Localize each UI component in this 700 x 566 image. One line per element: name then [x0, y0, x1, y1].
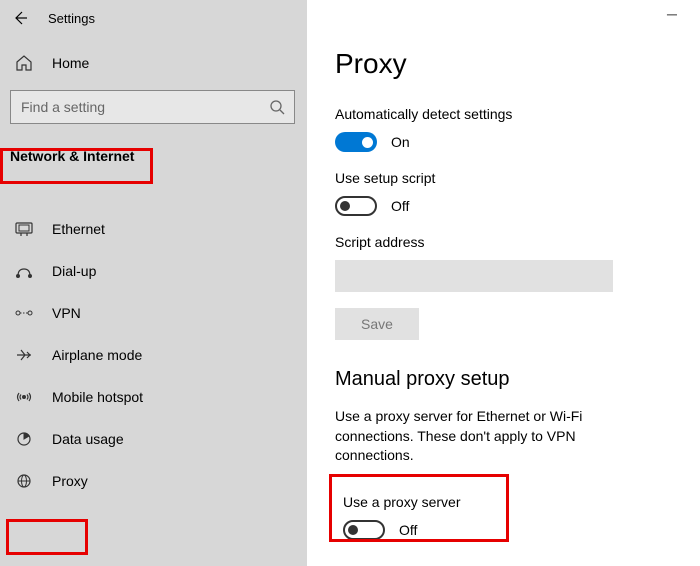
manual-proxy-desc: Use a proxy server for Ethernet or Wi-Fi… — [335, 407, 655, 466]
use-proxy-label: Use a proxy server — [343, 494, 460, 510]
nav-label: Dial-up — [52, 263, 96, 279]
annotation-highlight — [6, 519, 88, 555]
ethernet-icon — [14, 221, 34, 237]
home-nav[interactable]: Home — [0, 36, 307, 90]
minimize-button[interactable]: ─ — [654, 6, 690, 22]
home-icon — [14, 54, 34, 72]
titlebar: Settings — [0, 0, 307, 36]
sidebar-item-datausage[interactable]: Data usage — [0, 418, 307, 460]
search-icon — [268, 98, 286, 121]
auto-detect-state: On — [391, 134, 410, 150]
globe-icon — [14, 473, 34, 489]
auto-detect-toggle-row: On — [335, 132, 700, 152]
settings-window: Settings Home Network & Internet Etherne… — [0, 0, 700, 566]
content-pane: ─ Proxy Automatically detect settings On… — [307, 0, 700, 566]
nav-label: Mobile hotspot — [52, 389, 143, 405]
auto-detect-toggle[interactable] — [335, 132, 377, 152]
nav-label: VPN — [52, 305, 81, 321]
sidebar: Settings Home Network & Internet Etherne… — [0, 0, 307, 566]
hotspot-icon — [14, 389, 34, 405]
use-script-toggle-row: Off — [335, 196, 700, 216]
airplane-icon — [14, 347, 34, 363]
search-input[interactable] — [11, 91, 294, 123]
use-proxy-block: Use a proxy server Off — [335, 486, 472, 550]
sidebar-item-airplane[interactable]: Airplane mode — [0, 334, 307, 376]
nav-label: Data usage — [52, 431, 124, 447]
nav-label: Ethernet — [52, 221, 105, 237]
use-proxy-toggle-row: Off — [343, 520, 460, 540]
vpn-icon — [14, 305, 34, 321]
sidebar-item-vpn[interactable]: VPN — [0, 292, 307, 334]
save-button[interactable]: Save — [335, 308, 419, 340]
sidebar-item-dialup[interactable]: Dial-up — [0, 250, 307, 292]
nav-label: Proxy — [52, 473, 88, 489]
data-usage-icon — [14, 431, 34, 447]
auto-detect-label: Automatically detect settings — [335, 106, 700, 122]
use-script-state: Off — [391, 198, 409, 214]
use-proxy-toggle[interactable] — [343, 520, 385, 540]
sidebar-item-proxy[interactable]: Proxy — [0, 460, 307, 502]
page-title: Proxy — [335, 0, 700, 106]
window-title: Settings — [48, 11, 95, 26]
sidebar-item-ethernet[interactable]: Ethernet — [0, 208, 307, 250]
nav-list: Ethernet Dial-up VPN Airplane mode Mobil… — [0, 208, 307, 502]
nav-label: Airplane mode — [52, 347, 142, 363]
manual-proxy-heading: Manual proxy setup — [335, 368, 700, 391]
sidebar-item-hotspot[interactable]: Mobile hotspot — [0, 376, 307, 418]
use-proxy-state: Off — [399, 522, 417, 538]
search-box[interactable] — [10, 90, 295, 124]
dialup-icon — [14, 263, 34, 279]
script-address-input[interactable] — [335, 260, 613, 292]
use-script-toggle[interactable] — [335, 196, 377, 216]
section-title: Network & Internet — [0, 140, 307, 172]
window-controls: ─ — [654, 6, 690, 24]
home-label: Home — [52, 55, 89, 71]
back-button[interactable] — [10, 9, 30, 27]
use-script-label: Use setup script — [335, 170, 700, 186]
script-address-label: Script address — [335, 234, 700, 250]
search-wrap — [0, 90, 307, 140]
